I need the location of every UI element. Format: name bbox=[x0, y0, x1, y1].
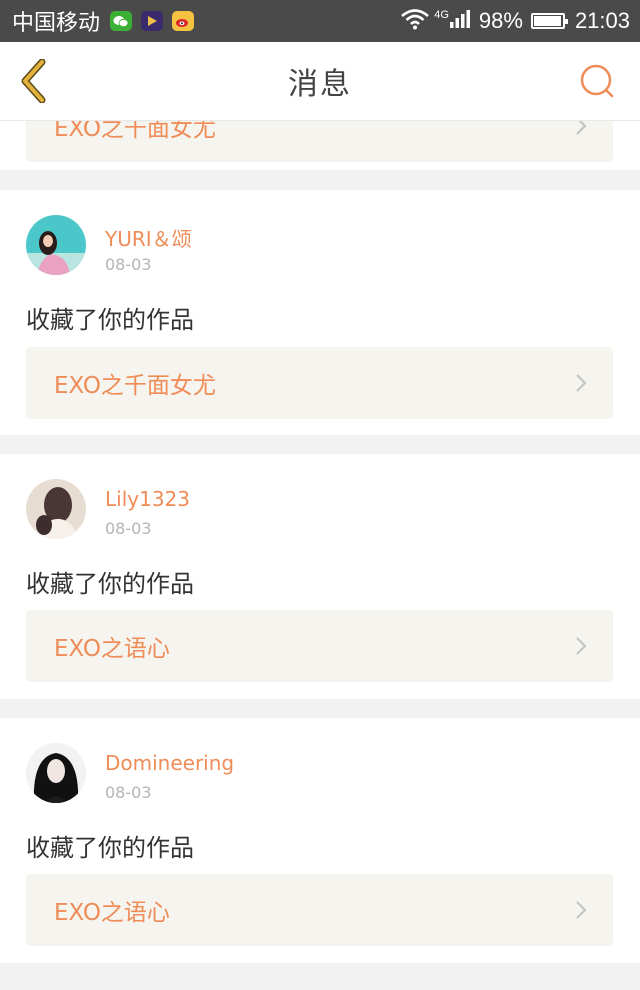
username[interactable]: YURI＆颂 bbox=[105, 223, 192, 252]
search-icon bbox=[580, 64, 614, 98]
username[interactable]: Lily1323 bbox=[105, 487, 190, 511]
message-card: YURI＆颂 08-03 收藏了你的作品 EXO之千面女尤 bbox=[0, 190, 640, 435]
action-text: 收藏了你的作品 bbox=[26, 570, 194, 598]
message-list[interactable]: EXO之千面女尤 YURI＆颂 08-03 收藏了你的作品 EXO之千面女尤 L… bbox=[0, 120, 640, 990]
video-app-icon bbox=[141, 11, 164, 31]
message-date: 08-03 bbox=[105, 255, 152, 274]
page-title: 消息 bbox=[288, 67, 352, 102]
work-link[interactable]: EXO之语心 bbox=[26, 874, 613, 946]
chevron-right-icon bbox=[576, 120, 587, 135]
search-button[interactable] bbox=[578, 62, 618, 102]
battery-percent: 98% bbox=[478, 8, 523, 33]
message-date: 08-03 bbox=[105, 783, 152, 802]
action-text: 收藏了你的作品 bbox=[26, 306, 194, 334]
nav-bar: 消息 bbox=[0, 42, 640, 121]
network-type: 4G bbox=[434, 8, 449, 21]
work-title: EXO之千面女尤 bbox=[54, 373, 216, 399]
message-card: Lily1323 08-03 收藏了你的作品 EXO之语心 bbox=[0, 454, 640, 699]
message-date: 08-03 bbox=[105, 519, 152, 538]
work-title: EXO之千面女尤 bbox=[54, 120, 216, 142]
action-text: 收藏了你的作品 bbox=[26, 834, 194, 862]
message-card: Domineering 08-03 收藏了你的作品 EXO之语心 bbox=[0, 718, 640, 963]
chevron-right-icon bbox=[576, 901, 587, 919]
clock: 21:03 bbox=[574, 8, 630, 33]
username[interactable]: Domineering bbox=[105, 751, 234, 775]
carrier-label: 中国移动 bbox=[12, 10, 101, 35]
chevron-right-icon bbox=[576, 637, 587, 655]
chevron-left-icon bbox=[21, 59, 46, 103]
message-card-partial: EXO之千面女尤 bbox=[0, 120, 640, 170]
avatar[interactable] bbox=[26, 743, 86, 803]
weibo-icon bbox=[172, 11, 195, 31]
battery-fill bbox=[533, 16, 562, 26]
wechat-icon bbox=[110, 11, 133, 31]
chevron-right-icon bbox=[576, 374, 587, 392]
work-title: EXO之语心 bbox=[54, 900, 170, 926]
signal-icon bbox=[449, 9, 471, 34]
work-title: EXO之语心 bbox=[54, 636, 170, 662]
status-bar: 中国移动 4G 98% 21:03 bbox=[0, 0, 640, 42]
battery-icon bbox=[530, 13, 568, 29]
work-link[interactable]: EXO之千面女尤 bbox=[26, 347, 613, 419]
work-link[interactable]: EXO之语心 bbox=[26, 610, 613, 682]
avatar[interactable] bbox=[26, 479, 86, 539]
back-button[interactable] bbox=[14, 58, 54, 104]
wifi-icon bbox=[400, 8, 430, 35]
work-link[interactable]: EXO之千面女尤 bbox=[26, 120, 613, 162]
avatar[interactable] bbox=[26, 215, 86, 275]
